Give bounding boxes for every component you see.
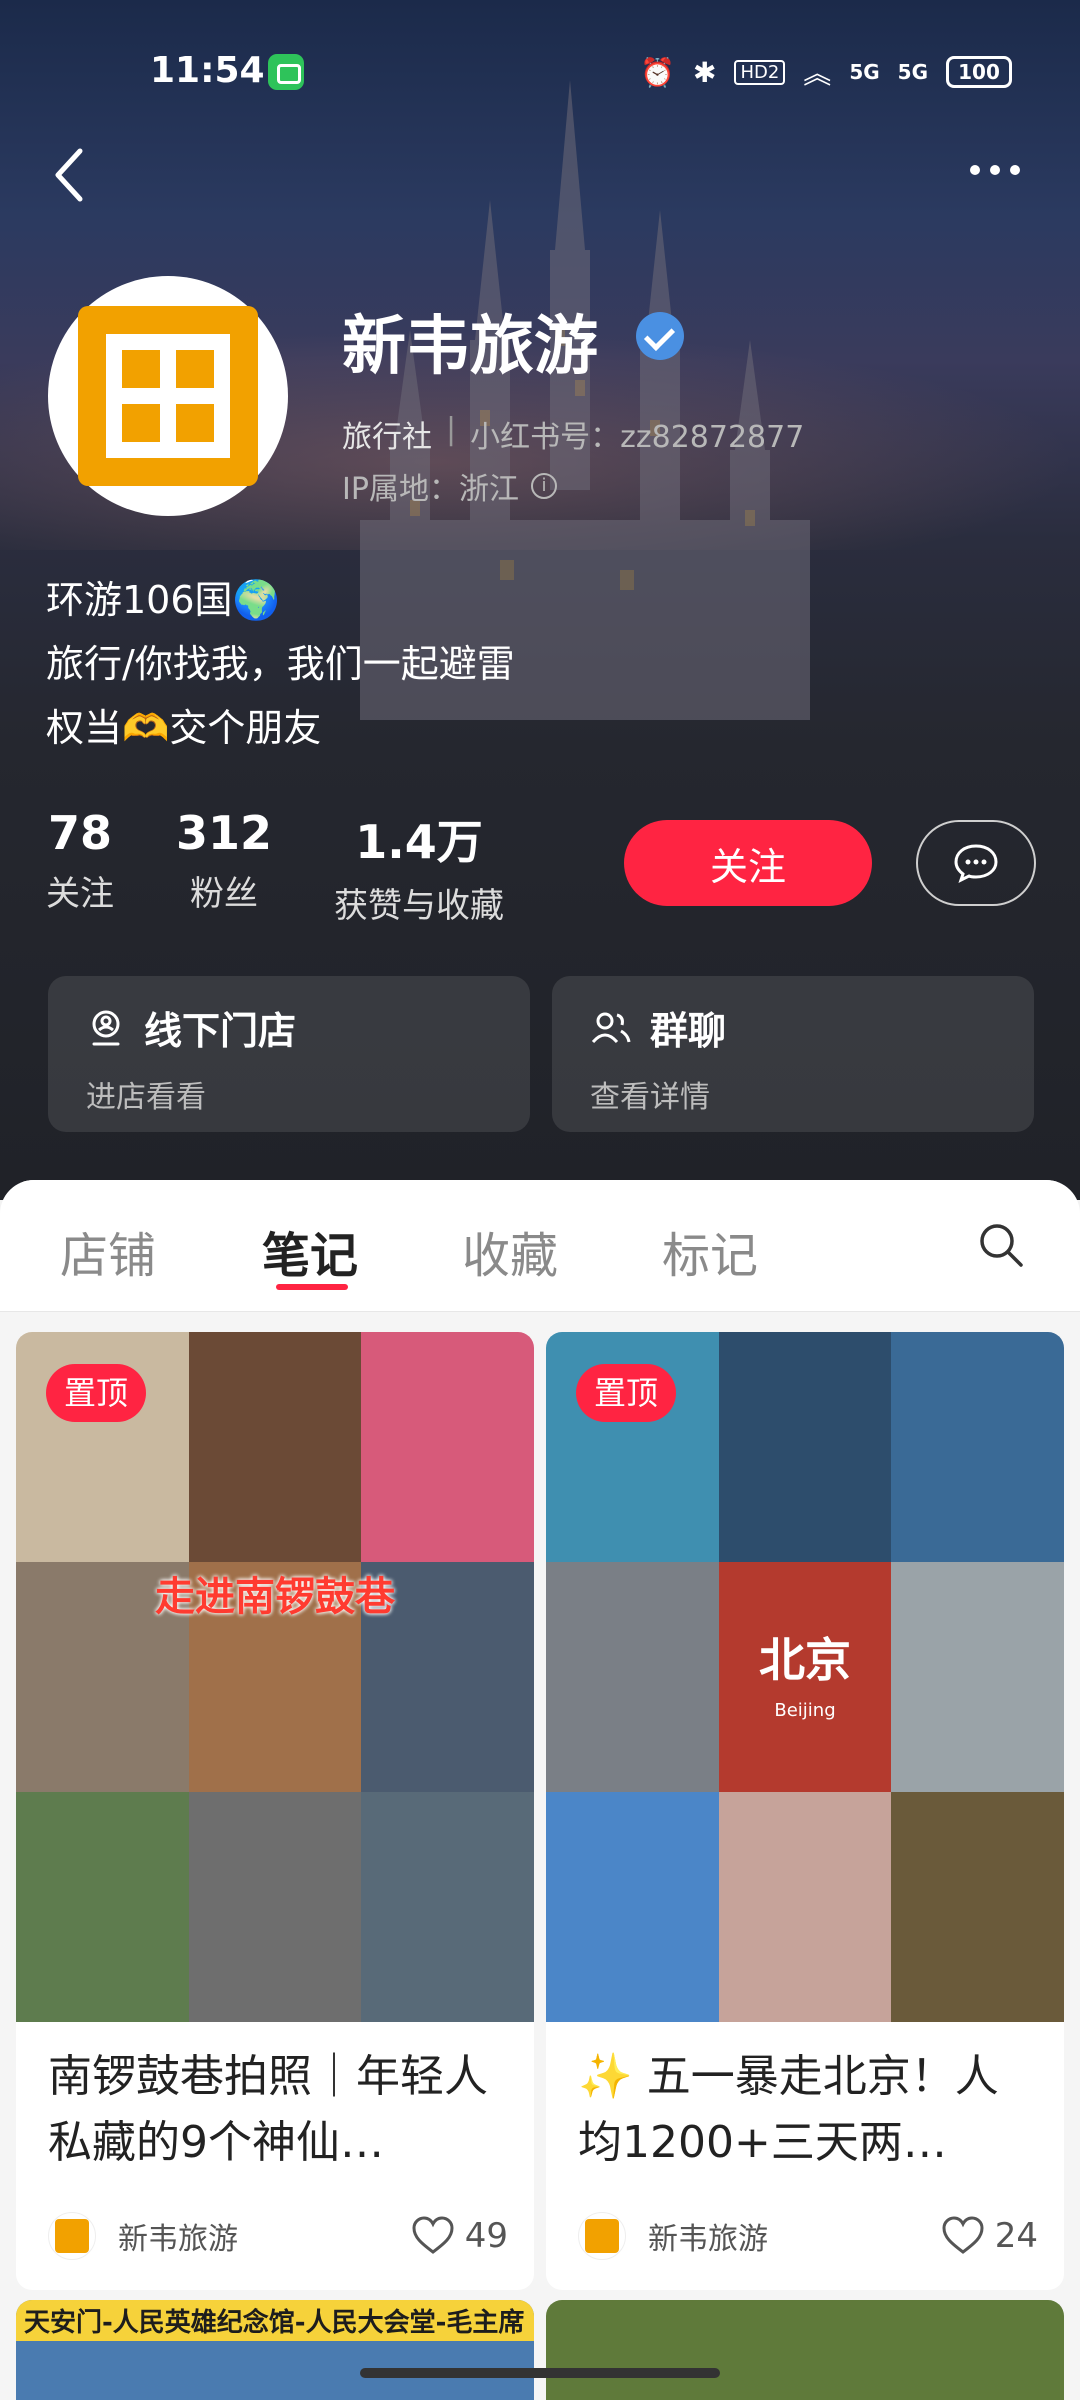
collage-cell [718, 1332, 892, 1562]
message-app-icon [268, 54, 304, 90]
avatar[interactable] [48, 276, 288, 516]
stat-following[interactable]: 78 关注 [46, 806, 114, 927]
card-title-text: 群聊 [650, 1009, 727, 1053]
tab-store[interactable]: 店铺 [60, 1216, 156, 1286]
stat-value: 1.4万 [355, 815, 483, 869]
collage-cell [188, 1792, 362, 2022]
stat-label: 粉丝 [190, 874, 259, 914]
signal-icon-1: 5G [849, 60, 880, 84]
card-title: 线下门店 [86, 1000, 296, 1055]
collage-cell [546, 1562, 719, 1792]
chat-bubble-icon [954, 844, 998, 883]
collage-cell [891, 1562, 1064, 1792]
profile-bio: 环游106国🌍 旅行/你找我，我们一起避雷 权当🫶交个朋友 [46, 568, 515, 760]
collage-cell [718, 1792, 892, 2022]
ip-location: IP属地：浙江 [342, 472, 519, 507]
tab-notes[interactable]: 笔记 [262, 1216, 358, 1286]
active-tab-indicator [276, 1284, 348, 1290]
chat-button[interactable] [916, 820, 1036, 906]
author-avatar[interactable] [48, 2212, 96, 2260]
author-name[interactable]: 新韦旅游 [648, 2214, 941, 2258]
profile-name: 新韦旅游 [342, 310, 598, 384]
search-icon[interactable] [976, 1220, 1026, 1270]
collage-cell [16, 1792, 189, 2022]
battery-icon: 100 [946, 56, 1012, 88]
profile-category: 旅行社 [342, 420, 432, 455]
divider: | [446, 412, 457, 447]
status-bar: 11:54 ⏰ ✱ HD2 ︽ 5G 5G 100 [0, 0, 1080, 140]
offline-store-card[interactable]: 线下门店 进店看看 [48, 976, 530, 1132]
collage-cell [891, 1332, 1064, 1562]
bluetooth-icon: ✱ [692, 55, 717, 89]
collage-cell [361, 1332, 534, 1562]
heart-icon [942, 2216, 984, 2254]
like-count: 49 [464, 2216, 508, 2256]
like-button[interactable]: 49 [411, 2216, 508, 2256]
like-count: 24 [994, 2216, 1038, 2256]
partial-caption: 天安门-人民英雄纪念馆-人民大会堂-毛主席 [16, 2300, 534, 2341]
collage-cell [891, 1792, 1064, 2022]
author-name[interactable]: 新韦旅游 [118, 2214, 411, 2258]
note-card-partial[interactable] [546, 2300, 1064, 2400]
pinned-badge: 置顶 [46, 1364, 147, 1422]
author-avatar[interactable] [578, 2212, 626, 2260]
profile-tabs: 店铺 笔记 收藏 标记 [0, 1180, 1080, 1312]
hd-icon: HD2 [734, 59, 786, 85]
stat-value: 78 [47, 806, 112, 860]
verified-badge-icon [636, 312, 684, 360]
like-button[interactable]: 24 [941, 2216, 1038, 2256]
cover-caption: 走进南锣鼓巷 [155, 1574, 395, 1620]
note-title: 南锣鼓巷拍照｜年轻人私藏的9个神仙… [48, 2051, 488, 2168]
stat-value: 312 [176, 806, 273, 860]
beijing-sign-text: 北京 [759, 1633, 851, 1687]
back-icon[interactable] [50, 145, 90, 205]
stat-likes-collects[interactable]: 1.4万 获赞与收藏 [334, 806, 504, 927]
ip-location-row: IP属地：浙江 i [342, 464, 557, 508]
group-chat-card[interactable]: 群聊 查看详情 [552, 976, 1034, 1132]
heart-icon [412, 2216, 454, 2254]
home-indicator[interactable] [360, 2368, 720, 2378]
beijing-sign-sub: Beijing [774, 1700, 836, 1721]
more-options-icon[interactable] [970, 150, 1030, 190]
signal-icon-2: 5G [897, 60, 928, 84]
card-title: 群聊 [590, 1000, 726, 1055]
bio-line: 权当🫶交个朋友 [46, 706, 322, 750]
stat-label: 关注 [46, 874, 114, 914]
profile-xhs-id[interactable]: 小红书号：zz82872877 [470, 412, 804, 456]
bio-line: 环游106国🌍 [46, 578, 280, 622]
stats-row: 78 关注 312 粉丝 1.4万 获赞与收藏 [46, 806, 504, 927]
tab-collections[interactable]: 收藏 [462, 1216, 558, 1286]
card-subtitle: 查看详情 [590, 1080, 710, 1115]
stat-followers[interactable]: 312 粉丝 [176, 806, 272, 927]
collage-cell [361, 1792, 534, 2022]
pinned-badge: 置顶 [576, 1364, 677, 1422]
content-sheet: 店铺 笔记 收藏 标记 走进南锣鼓巷 置顶 南锣鼓巷拍照｜年轻人私藏的9个神仙…… [0, 1180, 1080, 2400]
note-cover-collage [16, 1332, 534, 2022]
group-icon [591, 1012, 631, 1043]
note-card[interactable]: 北京 Beijing 置顶 ✨ 五一暴走北京！人均1200+三天两… 新韦旅游 … [546, 1332, 1064, 2290]
alarm-icon: ⏰ [640, 55, 675, 89]
profile-meta: 旅行社 | 小红书号：zz82872877 [342, 412, 804, 456]
wifi-icon: ︽ [803, 57, 832, 90]
status-icons: ⏰ ✱ HD2 ︽ 5G 5G 100 [640, 50, 1012, 94]
status-time: 11:54 [150, 50, 265, 91]
collage-cell [546, 1792, 719, 2022]
note-card-partial[interactable]: 天安门-人民英雄纪念馆-人民大会堂-毛主席 [16, 2300, 534, 2400]
brand-logo [78, 306, 258, 486]
bio-line: 旅行/你找我，我们一起避雷 [46, 642, 515, 686]
card-title-text: 线下门店 [144, 1009, 297, 1053]
info-icon[interactable]: i [530, 473, 557, 499]
location-person-icon [92, 1010, 120, 1045]
follow-button[interactable]: 关注 [624, 820, 872, 906]
note-footer: 新韦旅游 49 [48, 2212, 508, 2260]
beijing-sign: 北京 Beijing [722, 1564, 888, 1790]
collage-cell [188, 1332, 362, 1562]
note-title: ✨ 五一暴走北京！人均1200+三天两… [578, 2051, 999, 2168]
note-card[interactable]: 走进南锣鼓巷 置顶 南锣鼓巷拍照｜年轻人私藏的9个神仙… 新韦旅游 49 [16, 1332, 534, 2290]
stat-label: 获赞与收藏 [334, 886, 505, 926]
card-subtitle: 进店看看 [86, 1080, 206, 1115]
note-footer: 新韦旅游 24 [578, 2212, 1038, 2260]
tab-marks[interactable]: 标记 [662, 1216, 758, 1286]
